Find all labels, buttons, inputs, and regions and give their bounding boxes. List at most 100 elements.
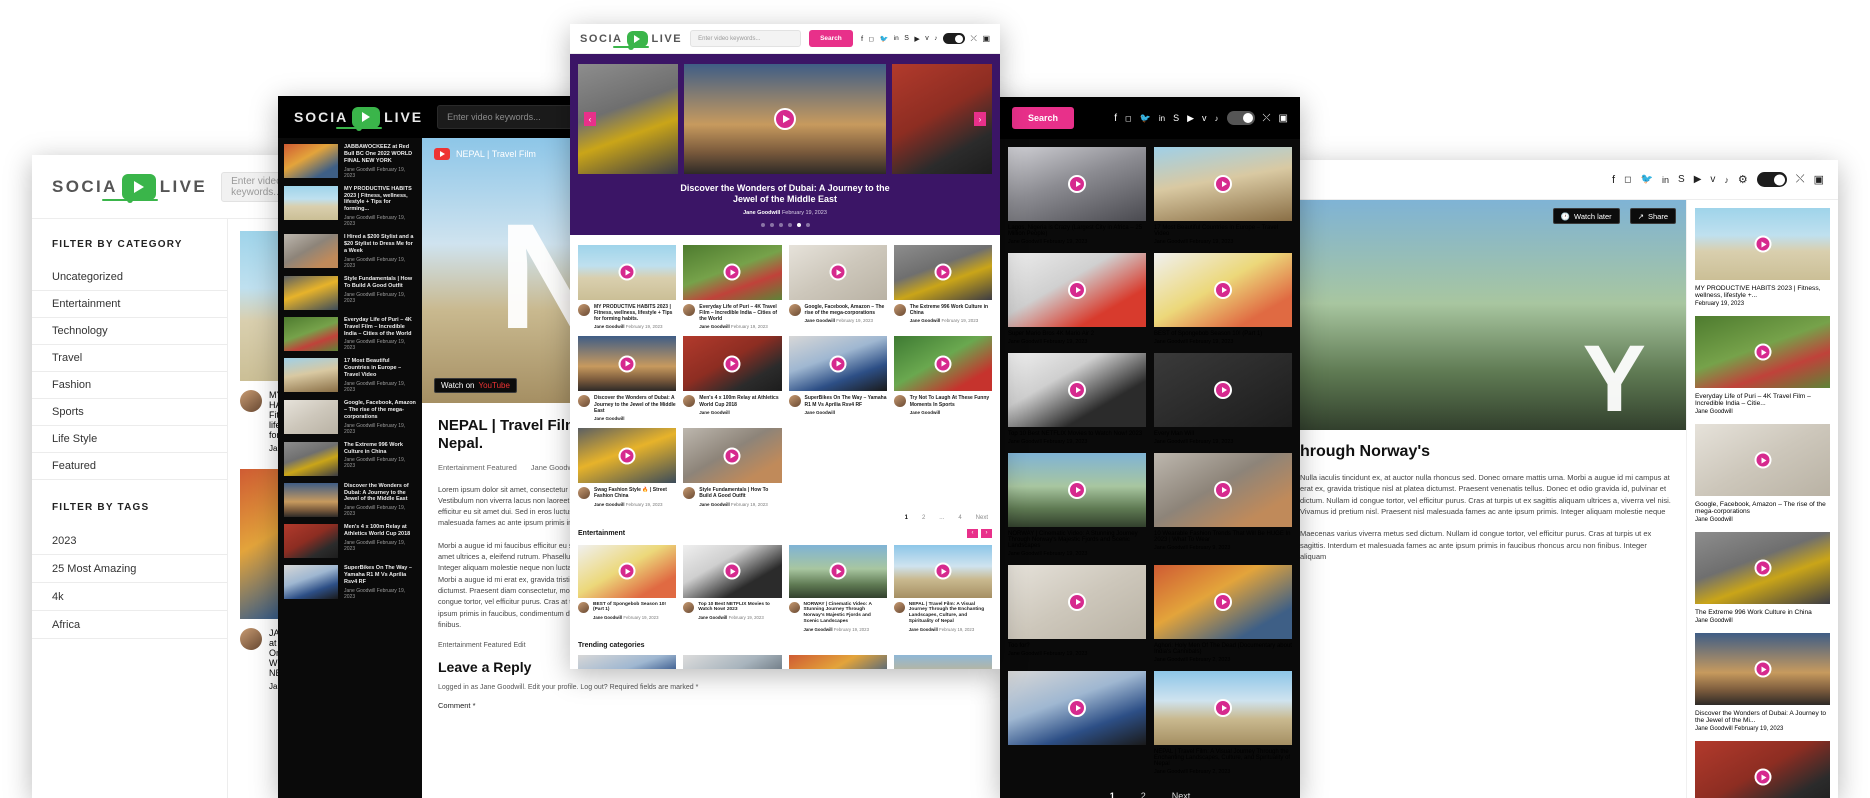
list-thumbnail[interactable] [284, 482, 338, 517]
watch-later-button[interactable]: 🕐 Watch later [1552, 208, 1620, 224]
card-thumbnail[interactable] [578, 336, 677, 392]
tag-item[interactable]: 25 Most Amazing [32, 555, 227, 583]
tiktok-icon[interactable]: ♪ [1215, 114, 1219, 123]
hero-slide-prev[interactable]: ‹ [578, 64, 678, 174]
video-card[interactable]: Try Not To Laugh At These Funny Moments … [893, 336, 992, 421]
list-item[interactable]: Everyday Life of Puri – 4K Travel Film –… [284, 316, 416, 351]
play-icon[interactable] [1068, 281, 1086, 299]
play-icon[interactable] [1754, 451, 1771, 469]
grid-card[interactable]: Every Man Will Jane Goodwill February 19… [1154, 353, 1292, 445]
play-icon[interactable] [934, 562, 952, 580]
list-title[interactable]: Men's 4 x 100m Relay at Athletics World … [344, 524, 416, 538]
watch-on-youtube-button[interactable]: Watch on YouTube [434, 378, 517, 393]
logo[interactable]: SOCIA LIVE [52, 173, 207, 201]
card-thumbnail[interactable] [1008, 453, 1146, 527]
card-title[interactable]: SuperBikes On The Way – Yamaha R1 M Vs A… [805, 395, 887, 408]
dark-pagination[interactable]: 1 2 Next [1000, 791, 1300, 798]
play-icon[interactable] [1214, 481, 1232, 499]
play-icon[interactable] [829, 263, 847, 281]
instagram-icon[interactable]: ◻ [1624, 174, 1631, 185]
entertainment-card[interactable]: BEST of Spongebob Season 10! (Part 1) Ja… [578, 544, 677, 633]
grid-card[interactable] [1008, 671, 1146, 775]
list-item[interactable]: Google, Facebook, Amazon – The rise of t… [284, 400, 416, 435]
video-card[interactable]: Swag Fashion Style 🔥 | Street Fashion Ch… [578, 428, 677, 507]
search-button[interactable]: Search [1012, 107, 1074, 129]
list-title[interactable]: Discover the Wonders of Dubai: A Journey… [1695, 710, 1830, 724]
video-card[interactable]: SuperBikes On The Way – Yamaha R1 M Vs A… [788, 336, 887, 421]
video-card[interactable]: MY PRODUCTIVE HABITS 2023 | Fitness, wel… [578, 244, 677, 329]
category-item[interactable]: Technology [32, 318, 227, 345]
card-thumbnail[interactable] [788, 336, 887, 392]
list-thumbnail[interactable] [1695, 316, 1830, 388]
list-thumbnail[interactable] [284, 316, 338, 351]
list-item[interactable]: Men's 4 x 100m Relay at Athletics World … [284, 524, 416, 559]
page-next[interactable]: Next [976, 515, 988, 521]
skype-icon[interactable]: S [1173, 113, 1179, 123]
card-thumbnail[interactable] [1154, 147, 1292, 221]
trending-thumbnail[interactable] [788, 655, 887, 669]
camera-icon[interactable]: ▣ [982, 34, 990, 43]
list-item[interactable]: 17 Most Beautiful Countries in Europe – … [284, 358, 416, 393]
card-thumbnail[interactable] [788, 244, 887, 300]
twitter-icon[interactable]: 🐦 [1140, 113, 1151, 124]
window-home-center[interactable]: SOCIA LIVE Enter video keywords... Searc… [570, 24, 1000, 669]
hero-slide-next[interactable]: › [892, 64, 992, 174]
play-icon[interactable] [829, 562, 847, 580]
play-icon[interactable] [934, 355, 952, 373]
section-prev-button[interactable]: ‹ [967, 528, 978, 538]
play-icon[interactable] [1214, 175, 1232, 193]
card-title[interactable]: Everyday Life of Puri – 4K Travel Film –… [699, 304, 781, 323]
dark-grid[interactable]: Lagos, Nigeria is Crazy (Largest City in… [1000, 139, 1300, 783]
skype-icon[interactable]: S [904, 35, 909, 42]
card-thumbnail[interactable] [683, 544, 782, 598]
camera-icon[interactable]: ▣ [1279, 113, 1288, 124]
youtube-icon[interactable]: ▶ [914, 35, 919, 43]
play-icon[interactable] [1754, 235, 1771, 253]
play-icon[interactable] [1068, 381, 1086, 399]
card-title[interactable]: Top 10 Best NETFLIX Movies to Watch Now!… [1008, 431, 1146, 437]
list-item[interactable]: MY PRODUCTIVE HABITS 2023 | Fitness, wel… [1695, 208, 1830, 307]
entertainment-card[interactable]: NEPAL | Travel Film: A Visual Journey Th… [893, 544, 992, 632]
list-title[interactable]: I Hired a $200 Stylist and a $20 Stylist… [344, 234, 416, 255]
card-thumbnail[interactable] [893, 544, 992, 598]
gear-icon[interactable]: ⚙ [1738, 173, 1748, 186]
theme-toggle[interactable] [1226, 111, 1255, 125]
list-title[interactable]: The Extreme 996 Work Culture in China [344, 442, 416, 456]
list-title[interactable]: 17 Most Beautiful Countries in Europe – … [344, 358, 416, 379]
theme-toggle[interactable] [1756, 172, 1787, 187]
category-item[interactable]: Travel [32, 345, 227, 372]
play-icon[interactable] [1214, 381, 1232, 399]
right-video-list[interactable]: MY PRODUCTIVE HABITS 2023 | Fitness, wel… [1686, 200, 1838, 798]
shuffle-icon[interactable]: ⤬ [971, 34, 977, 44]
grid-card[interactable]: Too for? Jane Goodwill February 19, 2023 [1008, 565, 1146, 663]
list-thumbnail[interactable] [284, 234, 338, 269]
grid-card[interactable]: Lagos, Nigeria is Crazy (Largest City in… [1008, 147, 1146, 245]
category-list[interactable]: Uncategorized Entertainment Technology T… [32, 264, 227, 480]
card-title[interactable]: Lagos, Nigeria is Crazy (Largest City in… [1008, 225, 1146, 237]
center-video-grid[interactable]: MY PRODUCTIVE HABITS 2023 | Fitness, wel… [570, 235, 1000, 507]
play-icon[interactable] [618, 355, 636, 373]
card-thumbnail[interactable] [788, 544, 887, 598]
list-thumbnail[interactable] [284, 441, 338, 476]
hero-slide-active[interactable] [684, 64, 886, 174]
tag-list[interactable]: 2023 25 Most Amazing 4k Africa [32, 527, 227, 639]
carousel-dot[interactable] [778, 222, 783, 227]
page-current[interactable]: 1 [905, 515, 908, 521]
card-title[interactable]: NORWAY | Cinematic Video: A Stunning Jou… [1008, 531, 1146, 549]
card-thumbnail[interactable] [1154, 671, 1292, 745]
card-thumbnail[interactable] [893, 244, 992, 300]
vimeo-icon[interactable]: v [1710, 174, 1715, 185]
tiktok-icon[interactable]: ♪ [1724, 175, 1729, 185]
card-title[interactable]: The Extreme 996 Work Culture in China [910, 304, 992, 317]
category-item[interactable]: Fashion [32, 372, 227, 399]
card-thumbnail[interactable] [1008, 253, 1146, 327]
list-item[interactable]: Style Fundamentals | How To Build A Good… [284, 275, 416, 310]
trending-thumbnail[interactable] [683, 655, 782, 669]
card-thumbnail[interactable] [893, 336, 992, 392]
card-title[interactable]: Try Not To Laugh At These Funny Moments … [910, 395, 992, 408]
search-button[interactable]: Search [808, 30, 853, 47]
card-thumbnail[interactable] [578, 544, 677, 598]
list-item[interactable]: Men's 4 x 100m Relay at Athletics World … [1695, 741, 1830, 798]
play-icon[interactable] [1068, 699, 1086, 717]
twitter-icon[interactable]: 🐦 [879, 35, 888, 43]
